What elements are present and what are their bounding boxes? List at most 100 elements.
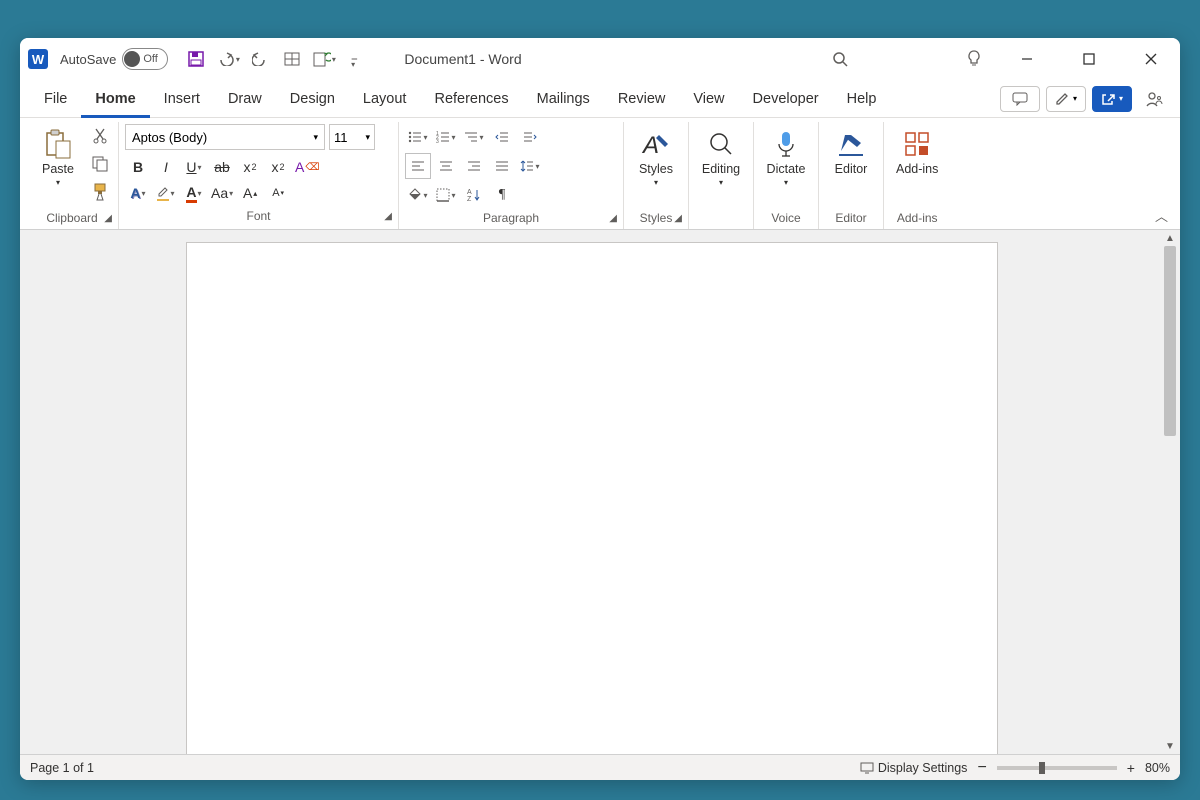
vertical-scrollbar[interactable]: ▲ ▼ bbox=[1162, 230, 1178, 754]
page-indicator[interactable]: Page 1 of 1 bbox=[30, 761, 94, 775]
share-button[interactable]: ▾ bbox=[1092, 86, 1132, 112]
align-right-icon[interactable] bbox=[461, 153, 487, 179]
align-left-icon[interactable] bbox=[405, 153, 431, 179]
font-launcher-icon[interactable]: ◢ bbox=[384, 211, 392, 222]
borders-button[interactable]: ▾ bbox=[433, 182, 459, 208]
styles-group-label: Styles bbox=[640, 211, 673, 225]
underline-button[interactable]: U▾ bbox=[181, 154, 207, 180]
quick-access-toolbar: ▾ ▾ ⎯▾ bbox=[184, 47, 368, 71]
increase-indent-icon[interactable] bbox=[517, 124, 543, 150]
font-family-select[interactable]: Aptos (Body)▾ bbox=[125, 124, 325, 150]
paste-button[interactable]: Paste ▾ bbox=[32, 124, 84, 191]
comments-button[interactable] bbox=[1000, 86, 1040, 112]
align-center-icon[interactable] bbox=[433, 153, 459, 179]
zoom-level[interactable]: 80% bbox=[1145, 761, 1170, 775]
bold-button[interactable]: B bbox=[125, 154, 151, 180]
account-icon[interactable] bbox=[1142, 87, 1166, 111]
dictate-button[interactable]: Dictate ▾ bbox=[760, 124, 812, 191]
grow-font-icon[interactable]: A▴ bbox=[237, 180, 263, 206]
group-clipboard: Paste ▾ Clipboard◢ bbox=[26, 122, 119, 229]
bullets-button[interactable]: ▾ bbox=[405, 124, 431, 150]
ribbon: Paste ▾ Clipboard◢ Aptos (Body)▾ 11▾ B bbox=[20, 118, 1180, 230]
sort-icon[interactable]: AZ bbox=[461, 182, 487, 208]
tab-view[interactable]: View bbox=[679, 80, 738, 118]
multilevel-list-button[interactable]: ▾ bbox=[461, 124, 487, 150]
zoom-slider-thumb[interactable] bbox=[1039, 762, 1045, 774]
decrease-indent-icon[interactable] bbox=[489, 124, 515, 150]
maximize-button[interactable] bbox=[1068, 38, 1110, 80]
group-font: Aptos (Body)▾ 11▾ B I U▾ ab x2 x2 A⌫ A▾ … bbox=[119, 122, 399, 229]
paragraph-launcher-icon[interactable]: ◢ bbox=[609, 213, 617, 224]
minimize-button[interactable] bbox=[1006, 38, 1048, 80]
justify-icon[interactable] bbox=[489, 153, 515, 179]
format-painter-icon[interactable] bbox=[88, 180, 112, 204]
tab-insert[interactable]: Insert bbox=[150, 80, 214, 118]
display-settings-button[interactable]: Display Settings bbox=[860, 761, 968, 775]
editor-icon bbox=[835, 128, 867, 160]
styles-button[interactable]: A Styles ▾ bbox=[630, 124, 682, 191]
save-icon[interactable] bbox=[184, 47, 208, 71]
subscript-button[interactable]: x2 bbox=[237, 154, 263, 180]
tab-help[interactable]: Help bbox=[833, 80, 891, 118]
styles-icon: A bbox=[640, 128, 672, 160]
editing-button[interactable]: Editing ▾ bbox=[695, 124, 747, 191]
numbering-button[interactable]: 123▾ bbox=[433, 124, 459, 150]
font-color-button[interactable]: A▾ bbox=[181, 180, 207, 206]
editor-button[interactable]: Editor bbox=[825, 124, 877, 180]
italic-button[interactable]: I bbox=[153, 154, 179, 180]
text-effects-button[interactable]: A▾ bbox=[125, 180, 151, 206]
paragraph-label: Paragraph bbox=[483, 211, 539, 225]
table-icon[interactable] bbox=[280, 47, 304, 71]
zoom-in-button[interactable]: + bbox=[1127, 760, 1135, 776]
collapse-ribbon-icon[interactable]: ︿ bbox=[1155, 206, 1168, 225]
paste-label: Paste bbox=[42, 162, 74, 176]
scroll-up-icon[interactable]: ▲ bbox=[1162, 230, 1178, 246]
close-button[interactable] bbox=[1130, 38, 1172, 80]
shading-button[interactable]: ▾ bbox=[405, 182, 431, 208]
undo-icon[interactable]: ▾ bbox=[216, 47, 240, 71]
clipboard-launcher-icon[interactable]: ◢ bbox=[104, 213, 112, 224]
scroll-down-icon[interactable]: ▼ bbox=[1162, 738, 1178, 754]
autosave-control[interactable]: AutoSave Off bbox=[60, 48, 168, 70]
update-icon[interactable]: ▾ bbox=[312, 47, 336, 71]
shrink-font-icon[interactable]: A▾ bbox=[265, 180, 291, 206]
search-icon[interactable] bbox=[828, 47, 852, 71]
change-case-button[interactable]: Aa▾ bbox=[209, 180, 235, 206]
tab-developer[interactable]: Developer bbox=[739, 80, 833, 118]
font-label: Font bbox=[246, 209, 270, 223]
tab-layout[interactable]: Layout bbox=[349, 80, 421, 118]
tab-home[interactable]: Home bbox=[81, 80, 149, 118]
microphone-icon bbox=[770, 128, 802, 160]
copy-icon[interactable] bbox=[88, 152, 112, 176]
zoom-out-button[interactable]: − bbox=[977, 759, 986, 777]
styles-launcher-icon[interactable]: ◢ bbox=[674, 213, 682, 224]
font-size-select[interactable]: 11▾ bbox=[329, 124, 375, 150]
document-page[interactable] bbox=[186, 242, 998, 754]
tab-file[interactable]: File bbox=[30, 80, 81, 118]
line-spacing-button[interactable]: ▾ bbox=[517, 153, 543, 179]
scrollbar-thumb[interactable] bbox=[1164, 246, 1176, 436]
tab-draw[interactable]: Draw bbox=[214, 80, 276, 118]
document-title: Document1 - Word bbox=[404, 51, 521, 67]
show-marks-icon[interactable]: ¶ bbox=[489, 182, 515, 208]
redo-icon[interactable] bbox=[248, 47, 272, 71]
tab-mailings[interactable]: Mailings bbox=[523, 80, 604, 118]
lightbulb-icon[interactable] bbox=[962, 47, 986, 71]
customize-qat-icon[interactable]: ⎯▾ bbox=[344, 47, 368, 71]
superscript-button[interactable]: x2 bbox=[265, 154, 291, 180]
clear-formatting-icon[interactable]: A⌫ bbox=[293, 154, 321, 180]
group-addins: Add-ins Add-ins bbox=[884, 122, 950, 229]
app-window: W AutoSave Off ▾ ▾ ⎯▾ Document1 - Word bbox=[20, 38, 1180, 780]
tab-references[interactable]: References bbox=[420, 80, 522, 118]
zoom-slider[interactable] bbox=[997, 766, 1117, 770]
tab-design[interactable]: Design bbox=[276, 80, 349, 118]
autosave-toggle[interactable]: Off bbox=[122, 48, 168, 70]
strikethrough-button[interactable]: ab bbox=[209, 154, 235, 180]
editing-mode-button[interactable]: ▾ bbox=[1046, 86, 1086, 112]
highlight-button[interactable]: ▾ bbox=[153, 180, 179, 206]
group-paragraph: ▾ 123▾ ▾ ▾ ▾ ▾ AZ ¶ bbox=[399, 122, 624, 229]
svg-text:A: A bbox=[641, 132, 659, 159]
addins-button[interactable]: Add-ins bbox=[890, 124, 944, 180]
cut-icon[interactable] bbox=[88, 124, 112, 148]
tab-review[interactable]: Review bbox=[604, 80, 680, 118]
